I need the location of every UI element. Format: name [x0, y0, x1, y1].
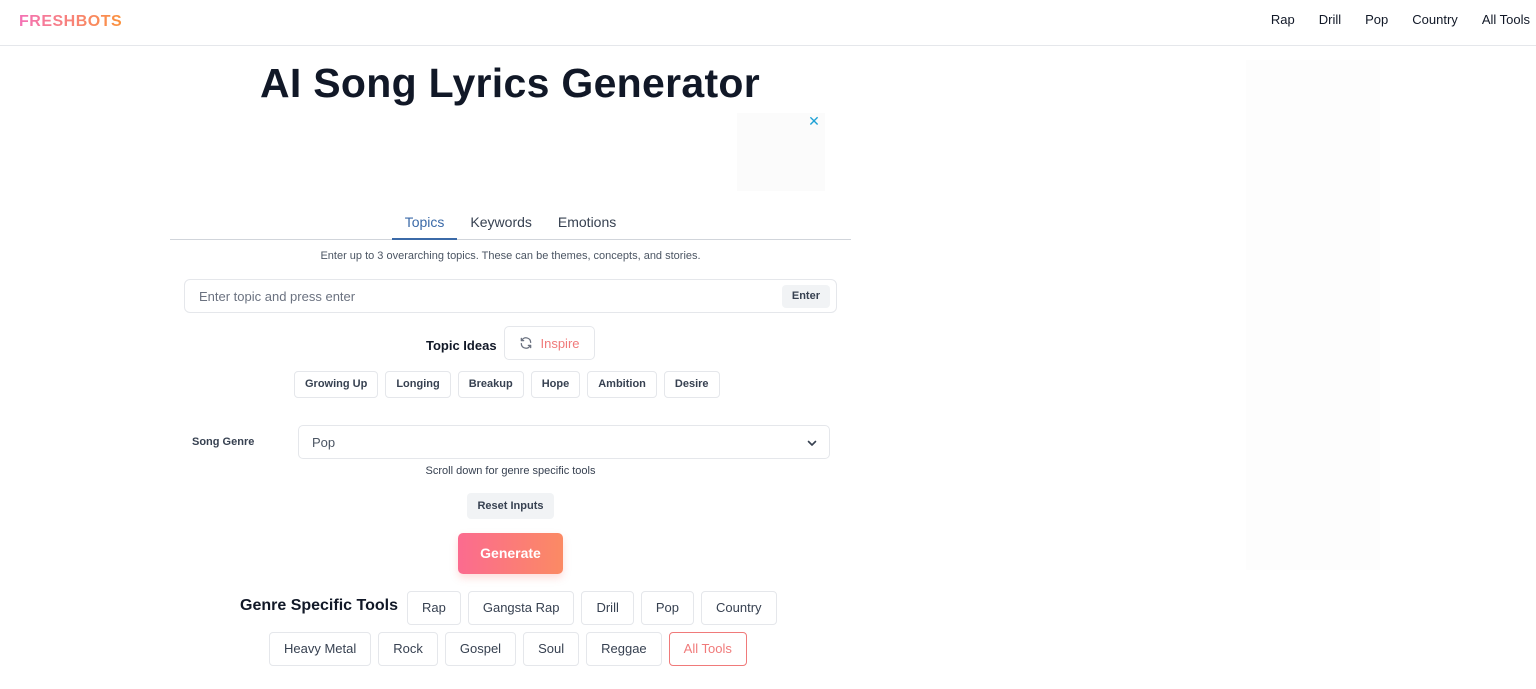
- genre-tool-rock[interactable]: Rock: [378, 632, 438, 666]
- tab-topics[interactable]: Topics: [391, 205, 458, 240]
- refresh-icon: [521, 337, 532, 349]
- topic-idea-chip[interactable]: Hope: [530, 371, 581, 398]
- close-icon[interactable]: ✕: [807, 113, 821, 129]
- genre-tool-soul[interactable]: Soul: [523, 632, 580, 666]
- genre-tool-heavy-metal[interactable]: Heavy Metal: [269, 632, 372, 666]
- song-genre-label: Song Genre: [192, 436, 255, 448]
- genre-tools-row: Heavy Metal Rock Gospel Soul Reggae All …: [269, 632, 754, 666]
- topic-idea-chip[interactable]: Desire: [663, 371, 720, 398]
- tab-keywords[interactable]: Keywords: [457, 205, 544, 240]
- song-genre-select[interactable]: Pop: [298, 425, 830, 459]
- genre-tools-row: Rap Gangsta Rap Drill Pop Country: [407, 591, 784, 625]
- genre-tool-gangsta-rap[interactable]: Gangsta Rap: [467, 591, 575, 625]
- inspire-button[interactable]: Inspire: [504, 326, 595, 360]
- nav-link-rap[interactable]: Rap: [1271, 12, 1295, 27]
- genre-tools-label: Genre Specific Tools: [240, 597, 398, 614]
- song-genre-value: Pop: [312, 435, 336, 450]
- genre-tool-reggae[interactable]: Reggae: [586, 632, 662, 666]
- side-ad-placeholder: [1246, 60, 1380, 570]
- topic-ideas-label: Topic Ideas: [426, 338, 497, 353]
- genre-scroll-hint: Scroll down for genre specific tools: [425, 465, 596, 477]
- reset-inputs-button[interactable]: Reset Inputs: [467, 493, 554, 519]
- enter-button[interactable]: Enter: [781, 285, 830, 308]
- topic-input[interactable]: [199, 280, 759, 312]
- nav-link-all-tools[interactable]: All Tools: [1482, 12, 1530, 27]
- genre-tool-country[interactable]: Country: [701, 591, 777, 625]
- tab-emotions[interactable]: Emotions: [545, 205, 629, 240]
- nav-link-country[interactable]: Country: [1412, 12, 1458, 27]
- topic-idea-chip[interactable]: Ambition: [587, 371, 657, 398]
- generate-button[interactable]: Generate: [458, 533, 563, 574]
- topic-input-box: Enter: [184, 279, 837, 313]
- input-tabs: Topics Keywords Emotions: [170, 205, 851, 240]
- genre-tool-drill[interactable]: Drill: [581, 591, 634, 625]
- nav-link-drill[interactable]: Drill: [1319, 12, 1341, 27]
- topic-ideas-list: Growing Up Longing Breakup Hope Ambition…: [294, 371, 727, 398]
- topic-idea-chip[interactable]: Breakup: [457, 371, 524, 398]
- genre-tool-gospel[interactable]: Gospel: [444, 632, 517, 666]
- genre-tool-pop[interactable]: Pop: [640, 591, 694, 625]
- topic-idea-chip[interactable]: Growing Up: [294, 371, 379, 398]
- page-title: AI Song Lyrics Generator: [259, 60, 761, 106]
- chevron-down-icon: [807, 440, 817, 446]
- brand-logo[interactable]: FRESHBOTS: [19, 13, 122, 31]
- topics-hint: Enter up to 3 overarching topics. These …: [320, 250, 701, 262]
- nav-links: Rap Drill Pop Country All Tools: [1271, 12, 1530, 27]
- topic-idea-chip[interactable]: Longing: [385, 371, 451, 398]
- genre-tool-all-tools[interactable]: All Tools: [668, 632, 747, 666]
- inspire-label: Inspire: [540, 335, 580, 351]
- top-nav: FRESHBOTS Rap Drill Pop Country All Tool…: [0, 0, 1536, 46]
- nav-link-pop[interactable]: Pop: [1365, 12, 1388, 27]
- genre-tool-rap[interactable]: Rap: [407, 591, 461, 625]
